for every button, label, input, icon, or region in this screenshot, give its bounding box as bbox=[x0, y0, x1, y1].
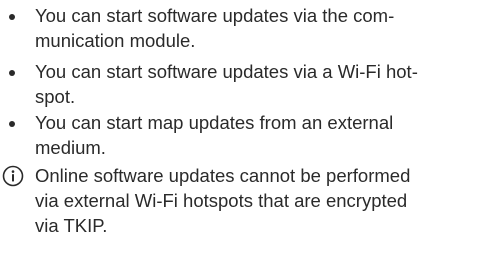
bullet-icon bbox=[9, 14, 15, 20]
list-item-text: You can start software updates via a Wi-… bbox=[35, 59, 465, 109]
list-item-line: spot. bbox=[35, 86, 76, 107]
info-note-line: Online software updates cannot be perfor… bbox=[35, 165, 411, 186]
list-item-line: You can start software updates via a Wi-… bbox=[35, 61, 418, 82]
list-item-line: You can start map updates from an extern… bbox=[35, 112, 394, 133]
info-note-line: via TKIP. bbox=[35, 215, 108, 236]
document-page: You can start software updates via the c… bbox=[0, 0, 483, 257]
bullet-icon bbox=[9, 70, 15, 76]
list-item-line: You can start software updates via the c… bbox=[35, 5, 395, 26]
info-note-text: Online software updates cannot be perfor… bbox=[35, 163, 475, 238]
list-item-line: medium. bbox=[35, 137, 106, 158]
list-item-line: munication module. bbox=[35, 30, 196, 51]
list-item-text: You can start map updates from an extern… bbox=[35, 110, 465, 160]
list-item-text: You can start software updates via the c… bbox=[35, 3, 465, 53]
bullet-icon bbox=[9, 121, 15, 127]
info-icon bbox=[2, 165, 24, 187]
info-note-line: via external Wi-Fi hotspots that are enc… bbox=[35, 190, 408, 211]
